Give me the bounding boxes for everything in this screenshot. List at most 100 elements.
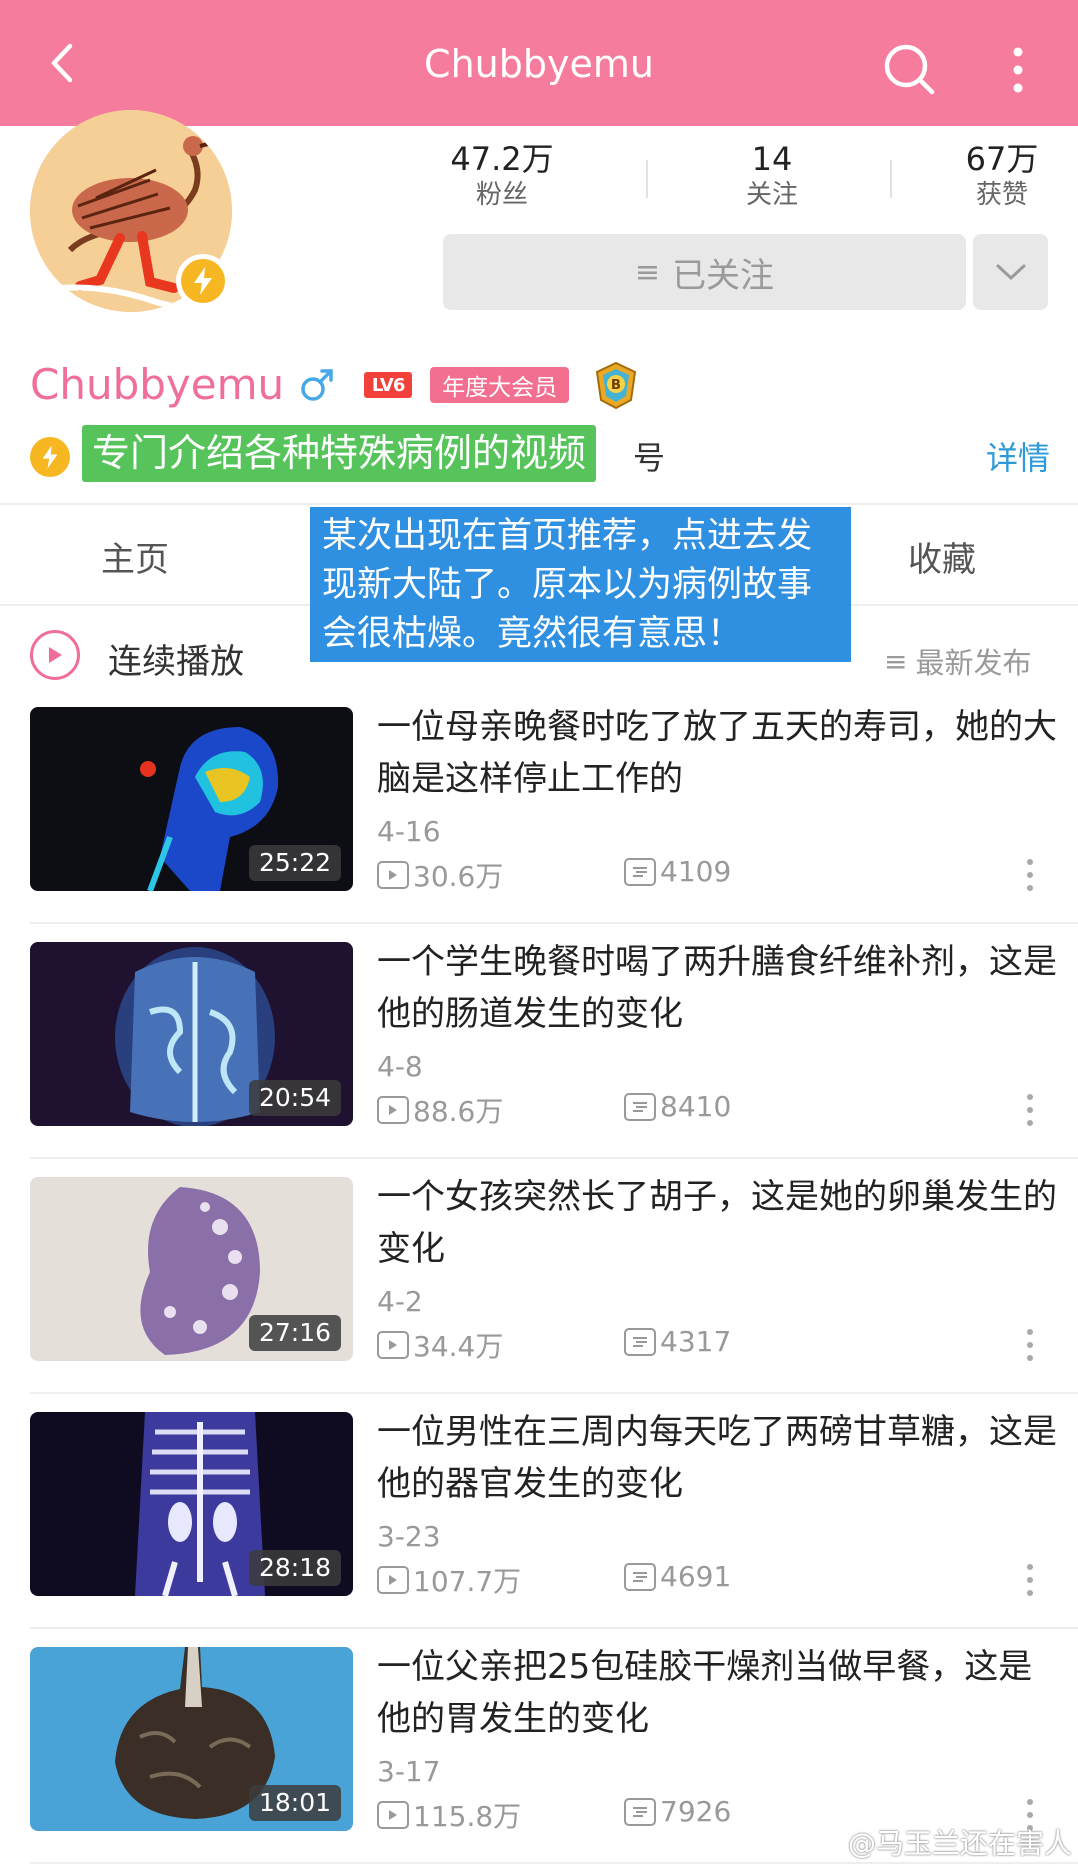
video-thumbnail[interactable]: 20:54 bbox=[30, 942, 353, 1126]
stat-divider bbox=[646, 160, 648, 198]
profile-page: Chubbyemu 47.2万 粉丝 14 关注 67万 获赞 ≡ 已关注 Ch… bbox=[0, 0, 1078, 1868]
row-divider bbox=[30, 922, 1078, 924]
video-thumbnail[interactable]: 27:16 bbox=[30, 1177, 353, 1361]
verified-badge bbox=[176, 254, 230, 308]
video-comments: 4691 bbox=[624, 1560, 731, 1593]
video-title[interactable]: 一个女孩突然长了胡子，这是她的卵巢发生的变化 bbox=[377, 1171, 1057, 1275]
bio-highlight: 专门介绍各种特殊病例的视频 bbox=[82, 425, 597, 482]
followed-label: 已关注 bbox=[672, 255, 775, 296]
video-thumbnail[interactable]: 25:22 bbox=[30, 707, 353, 891]
comment-count: 4109 bbox=[660, 855, 732, 888]
watermark: @马玉兰还在害人 bbox=[806, 1822, 1072, 1862]
video-date: 4-16 bbox=[377, 815, 441, 848]
video-item[interactable]: 27:16 一个女孩突然长了胡子，这是她的卵巢发生的变化 4-2 34.4万 4… bbox=[0, 1177, 1078, 1395]
comment-count: 4317 bbox=[660, 1325, 732, 1358]
play-count: 88.6万 bbox=[413, 1095, 504, 1128]
weibo-icon bbox=[806, 1830, 841, 1856]
watermark-text: @马玉兰还在害人 bbox=[848, 1827, 1073, 1860]
video-date: 3-17 bbox=[377, 1755, 441, 1788]
more-vertical-icon bbox=[1013, 47, 1023, 93]
play-count-icon bbox=[377, 1331, 409, 1359]
search-button[interactable] bbox=[880, 40, 940, 100]
video-item[interactable]: 25:22 一位母亲晚餐时吃了放了五天的寿司，她的大脑是这样停止工作的 4-16… bbox=[0, 707, 1078, 925]
sign-row: 专门介绍各种特殊病例的视频 号 详情 bbox=[30, 425, 1050, 485]
row-divider bbox=[30, 1392, 1078, 1394]
bio-text: 号 bbox=[633, 439, 666, 477]
video-date: 4-8 bbox=[377, 1050, 423, 1083]
play-all-button[interactable]: 连续播放 bbox=[108, 634, 244, 683]
likes-stat[interactable]: 67万 获赞 bbox=[922, 140, 1078, 212]
video-plays: 34.4万 bbox=[377, 1325, 503, 1365]
video-title[interactable]: 一位父亲把25包硅胶干燥剂当做早餐，这是他的胃发生的变化 bbox=[377, 1641, 1057, 1745]
play-count-icon bbox=[377, 1566, 409, 1594]
video-duration: 18:01 bbox=[248, 1785, 341, 1821]
play-count-icon bbox=[377, 1096, 409, 1124]
danmaku-icon bbox=[624, 1327, 656, 1356]
comment-count: 8410 bbox=[660, 1090, 732, 1123]
more-vertical-icon[interactable] bbox=[1020, 1560, 1040, 1600]
sort-button[interactable]: ≡ 最新发布 bbox=[884, 640, 1031, 682]
following-label: 关注 bbox=[745, 180, 798, 210]
details-link[interactable]: 详情 bbox=[986, 433, 1050, 479]
chevron-down-icon bbox=[996, 264, 1025, 281]
play-count-icon bbox=[377, 1801, 409, 1829]
video-title[interactable]: 一位母亲晚餐时吃了放了五天的寿司，她的大脑是这样停止工作的 bbox=[377, 701, 1057, 805]
danmaku-icon bbox=[624, 1562, 656, 1591]
username: Chubbyemu bbox=[30, 360, 285, 409]
play-count: 34.4万 bbox=[413, 1330, 504, 1363]
row-divider bbox=[30, 1862, 1078, 1864]
video-plays: 30.6万 bbox=[377, 855, 503, 895]
video-duration: 28:18 bbox=[248, 1550, 341, 1586]
play-icon[interactable] bbox=[30, 630, 80, 680]
comment-count: 4691 bbox=[660, 1560, 732, 1593]
video-item[interactable]: 28:18 一位男性在三周内每天吃了两磅甘草糖，这是他的器官发生的变化 3-23… bbox=[0, 1412, 1078, 1630]
row-divider bbox=[30, 1627, 1078, 1629]
more-vertical-icon[interactable] bbox=[1020, 1325, 1040, 1365]
lightning-icon bbox=[194, 267, 212, 295]
likes-label: 获赞 bbox=[975, 180, 1028, 210]
video-item[interactable]: 20:54 一个学生晚餐时喝了两升膳食纤维补剂，这是他的肠道发生的变化 4-8 … bbox=[0, 942, 1078, 1160]
video-thumbnail[interactable]: 28:18 bbox=[30, 1412, 353, 1596]
play-count: 115.8万 bbox=[413, 1800, 522, 1833]
level-badge: LV6 bbox=[364, 372, 413, 398]
play-count: 107.7万 bbox=[413, 1565, 522, 1598]
more-vertical-icon[interactable] bbox=[1020, 1090, 1040, 1130]
danmaku-icon bbox=[624, 857, 656, 886]
video-date: 4-2 bbox=[377, 1285, 423, 1318]
more-vertical-icon[interactable] bbox=[1020, 855, 1040, 895]
play-count-icon bbox=[377, 861, 409, 889]
video-comments: 4317 bbox=[624, 1325, 731, 1358]
tab-home[interactable]: 主页 bbox=[101, 532, 169, 581]
fans-stat[interactable]: 47.2万 粉丝 bbox=[422, 140, 582, 212]
svg-text:B: B bbox=[611, 378, 621, 393]
video-plays: 107.7万 bbox=[377, 1560, 521, 1600]
video-comments: 7926 bbox=[624, 1795, 731, 1828]
stat-divider bbox=[890, 160, 892, 198]
video-title[interactable]: 一位男性在三周内每天吃了两磅甘草糖，这是他的器官发生的变化 bbox=[377, 1406, 1057, 1510]
more-button[interactable] bbox=[998, 40, 1038, 100]
lightning-icon bbox=[30, 437, 70, 477]
male-icon bbox=[301, 369, 333, 401]
video-title[interactable]: 一个学生晚餐时喝了两升膳食纤维补剂，这是他的肠道发生的变化 bbox=[377, 936, 1057, 1040]
name-row: Chubbyemu LV6 年度大会员 B bbox=[30, 360, 641, 410]
menu-lines-icon: ≡ bbox=[634, 254, 661, 290]
annotation-note: 某次出现在首页推荐，点进去发现新大陆了。原本以为病例故事会很枯燥。竟然很有意思！ bbox=[310, 507, 851, 662]
video-duration: 25:22 bbox=[248, 845, 341, 881]
danmaku-icon bbox=[624, 1092, 656, 1121]
vip-badge[interactable]: 年度大会员 bbox=[430, 367, 570, 403]
search-icon bbox=[884, 44, 935, 95]
danmaku-icon bbox=[624, 1797, 656, 1826]
play-count: 30.6万 bbox=[413, 860, 504, 893]
sort-label: 最新发布 bbox=[915, 646, 1032, 680]
follow-dropdown-button[interactable] bbox=[973, 234, 1048, 310]
video-duration: 20:54 bbox=[248, 1080, 341, 1116]
likes-count: 67万 bbox=[965, 140, 1039, 178]
medal-icon[interactable]: B bbox=[591, 360, 641, 410]
video-thumbnail[interactable]: 18:01 bbox=[30, 1647, 353, 1831]
following-stat[interactable]: 14 关注 bbox=[692, 140, 852, 212]
video-plays: 115.8万 bbox=[377, 1795, 521, 1835]
tab-favorites[interactable]: 收藏 bbox=[908, 532, 976, 581]
fans-count: 47.2万 bbox=[450, 140, 554, 178]
followed-button[interactable]: ≡ 已关注 bbox=[443, 234, 966, 310]
fans-label: 粉丝 bbox=[475, 180, 528, 210]
